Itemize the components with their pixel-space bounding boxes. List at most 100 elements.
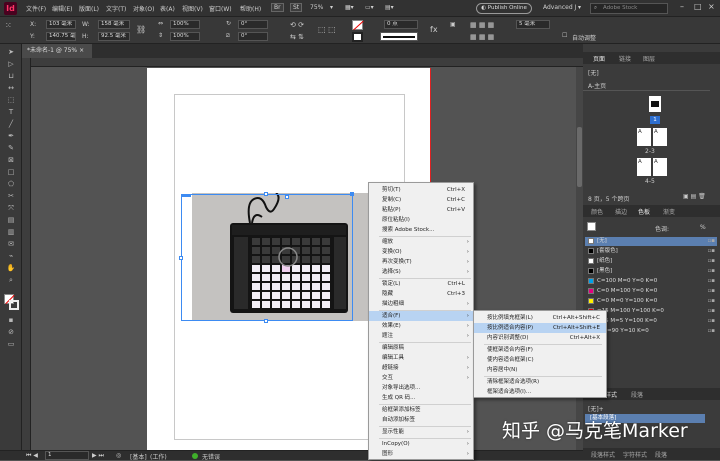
menu-table[interactable]: 表(A) (160, 4, 175, 13)
frame-handle[interactable] (264, 319, 268, 323)
tab-gradient[interactable]: 渐变 (663, 207, 675, 216)
stroke-icon[interactable] (9, 300, 19, 310)
swatch-row[interactable]: [纸色] ▫▪ (585, 257, 717, 266)
context-menu-item[interactable]: 缩放 › (369, 237, 473, 247)
fitting-menu-item[interactable]: 使内容适合框架(C) (474, 355, 606, 365)
context-menu-item[interactable]: 原位粘贴(I) (369, 215, 473, 225)
stroke-weight-field[interactable]: 0 点 (384, 20, 418, 29)
minimize-icon[interactable]: – (680, 2, 684, 11)
context-menu-item[interactable]: 选择(S) › (369, 267, 473, 277)
menu-window[interactable]: 窗口(W) (209, 4, 232, 13)
bridge-button[interactable]: Br (271, 3, 284, 12)
note-tool-icon[interactable]: ✉ (5, 240, 17, 249)
screen-mode-icon[interactable]: ▭▾ (365, 4, 374, 11)
horizontal-ruler[interactable] (22, 58, 583, 67)
swatch-row[interactable]: [无] ▫▪ (585, 237, 717, 246)
context-menu-item[interactable]: 图形 › (369, 449, 473, 459)
height-field[interactable]: 92.5 毫米 (98, 32, 130, 41)
constrain-proportions-icon[interactable]: ⛓ (136, 25, 146, 34)
next-page-icon[interactable]: ▶ ⏭ (92, 452, 104, 460)
context-menu-item[interactable]: 再次变换(T) › (369, 257, 473, 267)
fill-stroke-toggle-icon[interactable] (587, 222, 596, 231)
frame-handle[interactable] (264, 192, 268, 196)
context-menu-item[interactable]: 复制(C) Ctrl+C (369, 195, 473, 205)
pen-tool-icon[interactable]: ✒ (5, 132, 17, 141)
select-container-icon[interactable]: ⬚ ⬚ (318, 25, 336, 34)
swatch-row[interactable]: C=0 M=100 Y=0 K=0 ▫▪ (585, 287, 717, 296)
flip-icon[interactable]: ⇆ ⇅ (290, 33, 304, 41)
context-menu-item[interactable]: 隐藏 Ctrl+3 (369, 289, 473, 299)
para-style-none[interactable]: [无]+ (588, 404, 604, 413)
selection-tool-icon[interactable]: ➤ (5, 48, 17, 57)
frame-handle[interactable] (181, 194, 191, 197)
zoom-level[interactable]: 75% (310, 4, 323, 11)
swatch-row[interactable]: C=0 M=0 Y=100 K=0 ▫▪ (585, 297, 717, 306)
menu-type[interactable]: 文字(T) (106, 4, 126, 13)
effects-icon[interactable]: fx (430, 25, 438, 34)
fitting-menu-item[interactable]: 框架适合选项(I)... (474, 387, 606, 397)
tab-paragraph[interactable]: 段落 (631, 390, 643, 399)
fitting-menu-item[interactable]: 按比例填充框架(L) Ctrl+Alt+Shift+C (474, 313, 606, 323)
context-menu-item[interactable]: 适合(F) › (369, 311, 473, 321)
swatch-row[interactable]: C=100 M=0 Y=0 K=0 ▫▪ (585, 277, 717, 286)
tab-paragraph-bottom[interactable]: 段落 (655, 450, 667, 459)
context-menu-item[interactable]: 搜索 Adobe Stock... (369, 225, 473, 235)
fitting-menu-item[interactable]: 内容居中(N) (474, 365, 606, 375)
document-tab[interactable]: *未命名-1 @ 75% × (22, 44, 92, 58)
maximize-icon[interactable]: □ (694, 2, 702, 11)
hand-tool-icon[interactable]: ✋ (5, 264, 17, 273)
content-collector-icon[interactable]: ⬚ (5, 96, 17, 105)
direct-selection-tool-icon[interactable]: ▷ (5, 60, 17, 69)
view-options-icon[interactable]: ▦▾ (345, 4, 354, 11)
menu-edit[interactable]: 编辑(E) (52, 4, 72, 13)
fitting-menu-item[interactable]: 清除框架适合选项(R) (474, 377, 606, 387)
chevron-down-icon[interactable]: ▾ (578, 4, 581, 11)
publish-online-button[interactable]: ◐ Publish Online (476, 3, 532, 14)
preflight-icon[interactable]: ◎ (116, 452, 121, 459)
tab-stroke[interactable]: 描边 (615, 207, 627, 216)
fitting-menu-item[interactable]: 使框架适合内容(F) (474, 345, 606, 355)
menu-help[interactable]: 帮助(H) (240, 4, 261, 13)
context-menu-item[interactable]: 题注 › (369, 331, 473, 341)
x-field[interactable]: 103 毫米 (46, 20, 76, 29)
stock-search-input[interactable]: ⌕ Adobe Stock (590, 3, 668, 14)
screen-mode-icon[interactable]: ▭ (5, 340, 17, 349)
rotate-90-icon[interactable]: ⟲ ⟳ (290, 21, 304, 29)
frame-handle[interactable] (350, 192, 354, 196)
stroke-swatch-icon[interactable] (352, 32, 363, 42)
tab-links[interactable]: 链接 (619, 54, 631, 63)
fill-swatch-icon[interactable] (352, 20, 364, 31)
none-master[interactable]: [无] (588, 68, 599, 77)
context-menu-item[interactable]: 生成 QR 码... (369, 393, 473, 403)
rectangle-tool-icon[interactable]: □ (5, 168, 17, 177)
swatch-row[interactable]: [黑色] ▫▪ (585, 267, 717, 276)
context-menu-item[interactable]: 锁定(L) Ctrl+L (369, 279, 473, 289)
context-menu-item[interactable]: 显示性能 › (369, 427, 473, 437)
tab-color[interactable]: 颜色 (591, 207, 603, 216)
tab-paragraph-styles-bottom[interactable]: 段落样式 (591, 450, 615, 459)
y-field[interactable]: 140.75 毫米 (46, 32, 76, 41)
frame-handle[interactable] (285, 195, 289, 199)
first-page-icon[interactable]: ⏮ ◀ (26, 452, 38, 460)
page-thumb-2[interactable]: A (637, 128, 651, 146)
reference-point-icon[interactable]: ⁙ (5, 21, 12, 30)
stock-button[interactable]: St (290, 3, 303, 12)
menu-file[interactable]: 文件(F) (26, 4, 46, 13)
menu-layout[interactable]: 版面(L) (79, 4, 99, 13)
a-master[interactable]: A-主页 (588, 81, 606, 90)
page-number-field[interactable]: 1 (45, 451, 89, 460)
context-menu-item[interactable]: 超链接 › (369, 363, 473, 373)
tab-character-styles[interactable]: 字符样式 (623, 450, 647, 459)
close-icon[interactable]: × (708, 2, 715, 11)
context-menu-item[interactable]: 效果(E) › (369, 321, 473, 331)
context-menu-item[interactable]: 编辑原稿 (369, 343, 473, 353)
swatch-row[interactable]: [套版色] ▫▪ (585, 247, 717, 256)
context-menu-item[interactable]: 编辑工具 › (369, 353, 473, 363)
stroke-type-select[interactable] (380, 32, 418, 41)
context-menu-item[interactable]: 变换(O) › (369, 247, 473, 257)
context-menu-item[interactable]: 剪切(T) Ctrl+X (369, 185, 473, 195)
arrange-documents-icon[interactable]: ▤▾ (385, 4, 394, 11)
context-menu-item[interactable]: 交互 › (369, 373, 473, 383)
tab-swatches[interactable]: 色板 (638, 207, 650, 216)
context-menu-item[interactable]: InCopy(O) › (369, 439, 473, 449)
